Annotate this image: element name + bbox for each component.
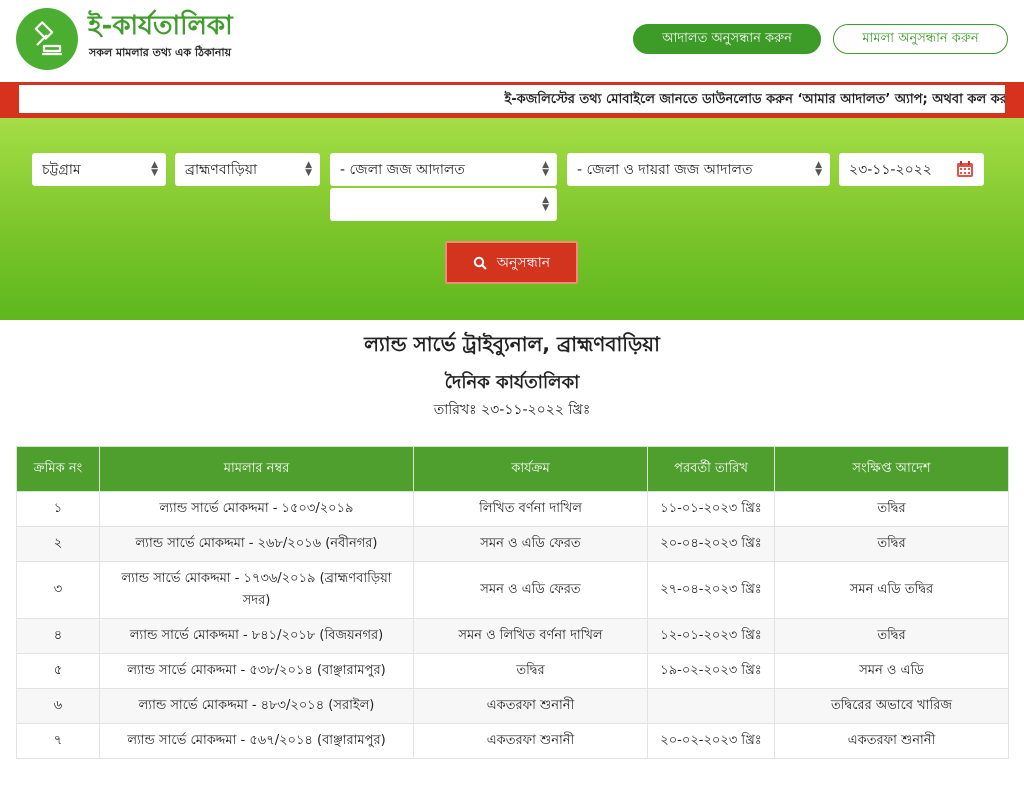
select-arrows-icon: ▲ ▼ — [305, 160, 312, 178]
notice-ticker: ই-কজলিস্টের তথ্য মোবাইলে জানতে ডাউনলোড ক… — [19, 85, 1005, 113]
table-row: ১ ল্যান্ড সার্ভে মোকদ্দমা - ১৫০৩/২০১৯ লিখি… — [16, 491, 1009, 527]
gavel-logo-icon[interactable] — [16, 8, 78, 70]
table-row: ৫ ল্যান্ড সার্ভে মোকদ্দমা - ৫৩৮/২০১৪ (বাঞ… — [16, 653, 1009, 689]
table-row: ৬ ল্যান্ড সার্ভে মোকদ্দমা - ৪৮৩/২০১৪ (সরা… — [16, 688, 1009, 724]
court-type-select-value: - জেলা জজ আদালত — [340, 161, 465, 178]
table-cell-activity: একতরফা শুনানী — [413, 723, 648, 759]
select-arrows-icon: ▲ ▼ — [542, 160, 549, 178]
table-cell-order: একতরফা শুনানী — [774, 723, 1009, 759]
court-name-heading: ল্যান্ড সার্ভে ট্রাইব্যুনাল, ব্রাহ্মণবাড… — [364, 332, 660, 356]
search-button-label: অনুসন্ধান — [496, 254, 551, 271]
court-search-button[interactable]: আদালত অনুসন্ধান করুন — [633, 24, 821, 54]
table-row: ৩ ল্যান্ড সার্ভে মোকদ্দমা - ১৭৩৬/২০১৯ (ব্… — [16, 561, 1009, 619]
list-title-heading: দৈনিক কার্যতালিকা — [444, 372, 580, 393]
search-icon — [473, 256, 487, 270]
column-header: কার্যক্রম — [413, 446, 648, 492]
cause-list-table: ক্রমিক নং মামলার নম্বর কার্যক্রম পরবর্তী… — [16, 446, 1009, 759]
date-input[interactable]: ২৩-১১-২০২২ — [839, 153, 984, 186]
table-header-row: ক্রমিক নং মামলার নম্বর কার্যক্রম পরবর্তী… — [16, 446, 1009, 492]
table-cell-next-date: ২৭-০৪-২০২৩ খ্রিঃ — [647, 561, 775, 619]
table-cell-serial: ৫ — [16, 653, 100, 689]
table-cell-serial: ৩ — [16, 561, 100, 619]
table-cell-next-date: ২০-০২-২০২৩ খ্রিঃ — [647, 723, 775, 759]
division-select-value: চট্টগ্রাম — [42, 161, 81, 178]
site-logo-subtitle: সকল মামলার তথ্য এক ঠিকানায় — [89, 46, 232, 59]
court-select[interactable]: ▲ ▼ — [330, 188, 557, 221]
table-cell-case-no: ল্যান্ড সার্ভে মোকদ্দমা - ৪৮৩/২০১৪ (সরাই… — [99, 688, 414, 724]
column-header: ক্রমিক নং — [16, 446, 100, 492]
table-cell-serial: ৪ — [16, 618, 100, 654]
site-logo-title[interactable]: ই-কার্যতালিকা — [88, 10, 233, 42]
table-cell-serial: ১ — [16, 491, 100, 527]
report-date: তারিখঃ ২৩-১১-২০২২ খ্রিঃ — [433, 402, 591, 418]
table-cell-case-no: ল্যান্ড সার্ভে মোকদ্দমা - ২৬৮/২০১৬ (নবীন… — [99, 526, 414, 562]
table-cell-case-no: ল্যান্ড সার্ভে মোকদ্দমা - ১৭৩৬/২০১৯ (ব্র… — [99, 561, 414, 619]
table-cell-order: তদ্বির — [774, 618, 1009, 654]
court-type-select[interactable]: - জেলা জজ আদালত ▲ ▼ — [330, 153, 557, 186]
table-cell-order: সমন ও এডি — [774, 653, 1009, 689]
select-arrows-icon: ▲ ▼ — [542, 195, 549, 213]
table-cell-activity: তদ্বির — [413, 653, 648, 689]
table-cell-next-date: ২০-০৪-২০২৩ খ্রিঃ — [647, 526, 775, 562]
court-subtype-select[interactable]: - জেলা ও দায়রা জজ আদালত ▲ ▼ — [567, 153, 830, 186]
table-cell-serial: ৭ — [16, 723, 100, 759]
court-subtype-select-value: - জেলা ও দায়রা জজ আদালত — [577, 161, 753, 178]
table-cell-next-date: ১১-০১-২০২৩ খ্রিঃ — [647, 491, 775, 527]
table-cell-serial: ২ — [16, 526, 100, 562]
table-cell-activity: সমন ও এডি ফেরত — [413, 561, 648, 619]
table-row: ২ ল্যান্ড সার্ভে মোকদ্দমা - ২৬৮/২০১৬ (নবী… — [16, 526, 1009, 562]
division-select[interactable]: চট্টগ্রাম ▲ ▼ — [32, 153, 166, 186]
column-header: পরবর্তী তারিখ — [647, 446, 775, 492]
district-select[interactable]: ব্রাহ্মণবাড়িয়া ▲ ▼ — [175, 153, 320, 186]
table-cell-next-date: ১৯-০২-২০২৩ খ্রিঃ — [647, 653, 775, 689]
date-input-value: ২৩-১১-২০২২ — [849, 161, 932, 178]
table-cell-case-no: ল্যান্ড সার্ভে মোকদ্দমা - ৫৬৭/২০১৪ (বাঞ্… — [99, 723, 414, 759]
case-search-button[interactable]: মামলা অনুসন্ধান করুন — [833, 24, 1008, 54]
table-cell-activity: সমন ও লিখিত বর্ণনা দাখিল — [413, 618, 648, 654]
table-cell-activity: একতরফা শুনানী — [413, 688, 648, 724]
column-header: মামলার নম্বর — [99, 446, 414, 492]
table-row: ৪ ল্যান্ড সার্ভে মোকদ্দমা - ৮৪১/২০১৮ (বিজ… — [16, 618, 1009, 654]
notice-ticker-bar: ই-কজলিস্টের তথ্য মোবাইলে জানতে ডাউনলোড ক… — [0, 82, 1024, 118]
site-header: ই-কার্যতালিকা সকল মামলার তথ্য এক ঠিকানায… — [0, 0, 1024, 82]
table-cell-case-no: ল্যান্ড সার্ভে মোকদ্দমা - ৫৩৮/২০১৪ (বাঞ্… — [99, 653, 414, 689]
table-cell-activity: সমন ও এডি ফেরত — [413, 526, 648, 562]
table-cell-order: তদ্বিরের অভাবে খারিজ — [774, 688, 1009, 724]
table-cell-activity: লিখিত বর্ণনা দাখিল — [413, 491, 648, 527]
table-cell-next-date — [647, 688, 775, 724]
table-row: ৭ ল্যান্ড সার্ভে মোকদ্দমা - ৫৬৭/২০১৪ (বাঞ… — [16, 723, 1009, 759]
table-cell-order: তদ্বির — [774, 526, 1009, 562]
select-arrows-icon: ▲ ▼ — [151, 160, 158, 178]
table-cell-case-no: ল্যান্ড সার্ভে মোকদ্দমা - ১৫০৩/২০১৯ — [99, 491, 414, 527]
table-cell-order: তদ্বির — [774, 491, 1009, 527]
select-arrows-icon: ▲ ▼ — [815, 160, 822, 178]
calendar-icon[interactable] — [956, 160, 974, 178]
search-button[interactable]: অনুসন্ধান — [445, 241, 578, 284]
table-cell-case-no: ল্যান্ড সার্ভে মোকদ্দমা - ৮৪১/২০১৮ (বিজয… — [99, 618, 414, 654]
table-cell-serial: ৬ — [16, 688, 100, 724]
table-cell-next-date: ১২-০১-২০২৩ খ্রিঃ — [647, 618, 775, 654]
column-header: সংক্ষিপ্ত আদেশ — [774, 446, 1009, 492]
district-select-value: ব্রাহ্মণবাড়িয়া — [185, 161, 258, 178]
table-cell-order: সমন এডি তদ্বির — [774, 561, 1009, 619]
notice-ticker-text: ই-কজলিস্টের তথ্য মোবাইলে জানতে ডাউনলোড ক… — [504, 92, 1006, 107]
